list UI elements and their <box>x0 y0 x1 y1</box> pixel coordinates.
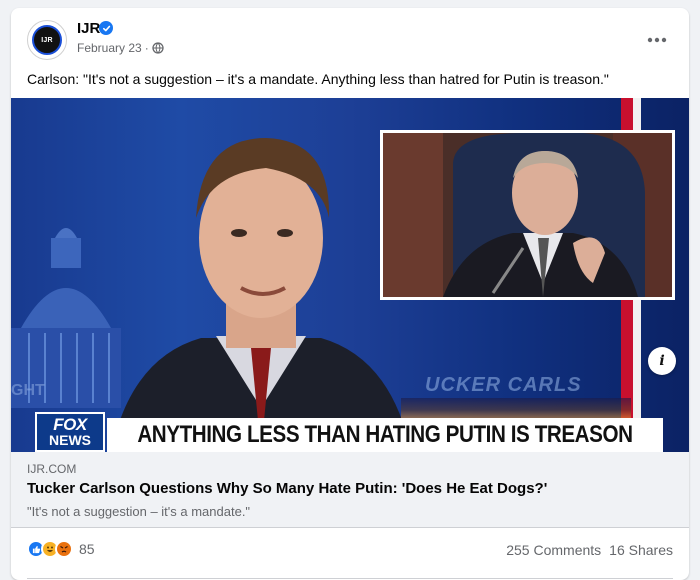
post-meta: February 23 · <box>77 41 164 55</box>
link-title[interactable]: Tucker Carlson Questions Why So Many Hat… <box>27 480 547 497</box>
fox-news-logo: FOX NEWS <box>35 412 105 452</box>
inset-video-frame <box>380 130 675 300</box>
chyron-text: ANYTHING LESS THAN HATING PUTIN IS TREAS… <box>137 421 633 448</box>
lower-third: FOX NEWS ANYTHING LESS THAN HATING PUTIN… <box>11 412 689 452</box>
comments-count[interactable]: 255 Comments <box>506 542 601 558</box>
post-header: IJR IJR February 23 · <box>11 8 689 70</box>
shares-count[interactable]: 16 Shares <box>609 542 673 558</box>
more-options-icon[interactable] <box>639 22 675 58</box>
logo-bottom-text: NEWS <box>49 432 91 448</box>
reaction-count: 85 <box>79 541 95 557</box>
reaction-summary[interactable]: 85 <box>27 540 95 558</box>
link-preview[interactable]: IJR.COM Tucker Carlson Questions Why So … <box>11 452 689 528</box>
post-text: Carlson: "It's not a suggestion – it's a… <box>27 71 609 87</box>
logo-top-text: FOX <box>53 415 87 434</box>
page-name[interactable]: IJR <box>77 20 100 37</box>
info-icon[interactable]: i <box>648 347 676 375</box>
post-media[interactable]: GHT UCKER CARLS FOX NEWS ANYTHING LESS T… <box>11 98 689 452</box>
footer-divider <box>27 578 673 579</box>
globe-icon[interactable] <box>152 42 164 54</box>
inset-figure <box>383 133 672 297</box>
link-domain: IJR.COM <box>27 462 77 476</box>
post-footer: 85 255 Comments 16 Shares <box>11 530 689 579</box>
chyron-bar: ANYTHING LESS THAN HATING PUTIN IS TREAS… <box>107 418 663 452</box>
avatar-text: IJR <box>41 36 53 44</box>
verified-badge-icon <box>99 21 113 35</box>
engagement-stats: 255 Comments 16 Shares <box>506 542 673 558</box>
avatar-logo: IJR <box>32 25 62 55</box>
city-overlay-text: GHT <box>11 382 45 399</box>
post-card: IJR IJR February 23 · Carlson: "It's not… <box>11 8 689 580</box>
angry-reaction-icon <box>55 540 73 558</box>
link-description: "It's not a suggestion – it's a mandate.… <box>27 504 251 519</box>
page-avatar[interactable]: IJR <box>27 20 67 60</box>
show-name-overlay: UCKER CARLS <box>425 374 582 396</box>
post-date[interactable]: February 23 <box>77 41 142 55</box>
meta-separator: · <box>144 41 149 55</box>
